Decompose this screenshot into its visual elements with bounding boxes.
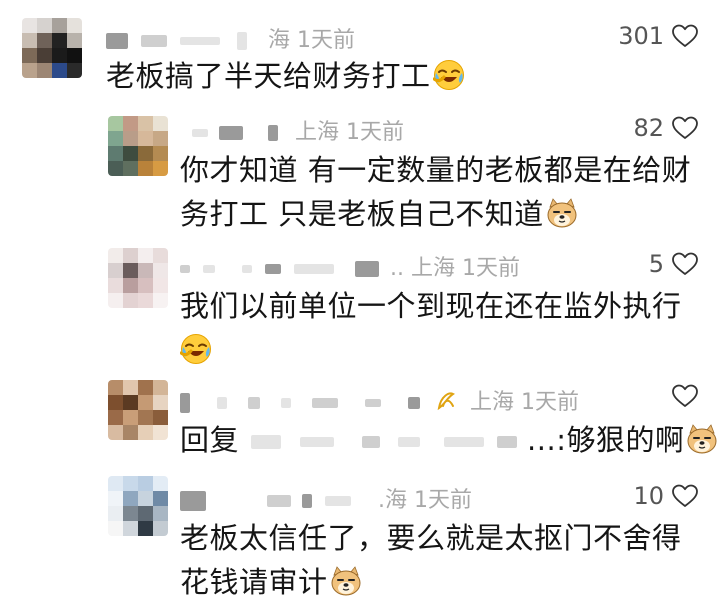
blurred-username bbox=[180, 265, 190, 273]
crying-laughing-face-icon bbox=[180, 333, 212, 365]
blurred-username bbox=[242, 265, 252, 273]
comment-text: 老板太信任了，要么就是太抠门不舍得 花钱请审计 bbox=[180, 516, 710, 604]
avatar[interactable] bbox=[108, 380, 168, 440]
heart-icon bbox=[672, 252, 698, 276]
badge-icon bbox=[435, 390, 457, 412]
blurred-username bbox=[355, 261, 379, 277]
heart-icon bbox=[672, 384, 698, 408]
comment-text: 我们以前单位一个到现在还在监外执行 bbox=[180, 284, 700, 372]
like-count: 301 bbox=[618, 22, 664, 50]
avatar[interactable] bbox=[22, 18, 82, 78]
location-time: .. 上海 1天前 bbox=[390, 256, 520, 281]
blurred-username bbox=[497, 436, 518, 448]
location-time: 海 1天前 bbox=[268, 28, 355, 53]
reply-prefix: 回复 bbox=[180, 423, 240, 457]
comment-meta: .海 1天前 bbox=[180, 482, 472, 514]
blurred-username bbox=[265, 264, 281, 274]
blurred-username bbox=[250, 435, 281, 449]
blurred-username bbox=[408, 397, 420, 409]
comment-text-line: 我们以前单位一个到现在还在监外执行 bbox=[180, 289, 682, 323]
blurred-username bbox=[248, 397, 260, 409]
avatar[interactable] bbox=[108, 476, 168, 536]
blurred-username bbox=[219, 126, 243, 140]
location-time: .海 1天前 bbox=[378, 488, 472, 513]
crying-laughing-face-icon bbox=[433, 59, 465, 91]
comment-meta: 上海 1天前 bbox=[192, 114, 404, 146]
like-count: 82 bbox=[633, 114, 664, 142]
blurred-username bbox=[294, 264, 334, 274]
blurred-username bbox=[268, 125, 278, 141]
blurred-username bbox=[106, 33, 128, 49]
like-count: 10 bbox=[633, 482, 664, 510]
avatar[interactable] bbox=[108, 116, 168, 176]
like-button[interactable]: 82 bbox=[633, 114, 698, 142]
heart-icon bbox=[672, 484, 698, 508]
heart-icon bbox=[672, 116, 698, 140]
blurred-username bbox=[362, 436, 381, 448]
blurred-username bbox=[203, 265, 215, 273]
blurred-username bbox=[300, 437, 335, 447]
blurred-username bbox=[365, 399, 381, 407]
doge-face-icon bbox=[330, 565, 362, 597]
reply-suffix: ...:够狠的啊 bbox=[527, 423, 685, 457]
comment-text: 老板搞了半天给财务打工 bbox=[106, 54, 465, 98]
avatar[interactable] bbox=[108, 248, 168, 308]
doge-face-icon bbox=[546, 197, 578, 229]
blurred-username bbox=[325, 496, 351, 506]
blurred-username bbox=[443, 437, 484, 447]
blurred-username bbox=[267, 495, 291, 507]
blurred-username bbox=[192, 129, 208, 137]
comment-text: 回复 ...:够狠的啊 bbox=[180, 418, 700, 462]
blurred-username bbox=[180, 491, 206, 511]
location-time: 上海 1天前 bbox=[295, 120, 404, 145]
like-count: 5 bbox=[648, 250, 664, 278]
comment-text-line: 花钱请审计 bbox=[180, 565, 328, 599]
comment-text-line: 老板太信任了，要么就是太抠门不舍得 bbox=[180, 521, 682, 555]
blurred-username bbox=[397, 437, 420, 447]
heart-icon bbox=[672, 24, 698, 48]
blurred-username bbox=[302, 494, 312, 508]
blurred-username bbox=[180, 37, 220, 45]
comment-text-line: 老板搞了半天给财务打工 bbox=[106, 59, 431, 93]
blurred-username bbox=[237, 32, 247, 50]
comment-text-line: 你才知道 有一定数量的老板都是在给财 bbox=[180, 153, 692, 187]
blurred-username bbox=[312, 398, 338, 408]
blurred-username bbox=[180, 393, 190, 413]
blurred-username bbox=[217, 397, 227, 409]
like-button[interactable]: 5 bbox=[649, 250, 698, 278]
like-button[interactable]: 10 bbox=[633, 482, 698, 510]
comment-text: 你才知道 有一定数量的老板都是在给财 务打工 只是老板自己不知道 bbox=[180, 148, 700, 236]
comment-meta: 海 1天前 bbox=[106, 22, 355, 54]
comment-meta: 上海 1天前 bbox=[180, 384, 579, 416]
blurred-username bbox=[281, 398, 291, 408]
blurred-username bbox=[141, 35, 167, 47]
comment-meta: .. 上海 1天前 bbox=[180, 250, 520, 282]
location-time: 上海 1天前 bbox=[470, 390, 579, 415]
like-button[interactable] bbox=[664, 384, 698, 408]
doge-face-icon bbox=[686, 423, 718, 455]
comment-text-line: 务打工 只是老板自己不知道 bbox=[180, 197, 544, 231]
like-button[interactable]: 301 bbox=[618, 22, 698, 50]
